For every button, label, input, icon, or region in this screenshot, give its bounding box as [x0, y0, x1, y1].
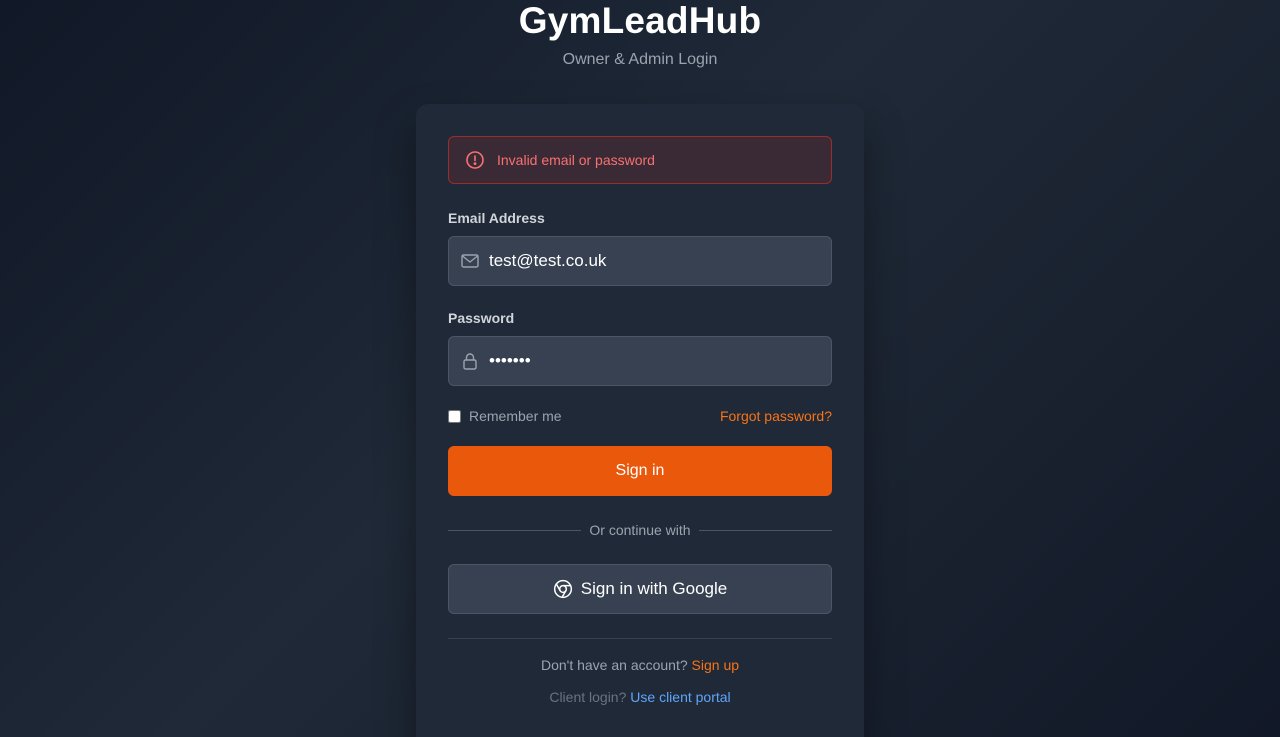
forgot-password-link[interactable]: Forgot password? — [720, 408, 832, 424]
error-alert: Invalid email or password — [448, 136, 832, 184]
email-input[interactable] — [449, 237, 831, 285]
google-sign-in-button[interactable]: Sign in with Google — [448, 564, 832, 614]
signup-prompt: Don't have an account? — [540, 657, 688, 673]
divider-line-right — [698, 529, 833, 531]
app-title: GymLeadHub — [518, 0, 762, 41]
login-card: Invalid email or password Email Address … — [416, 104, 864, 737]
divider-line-left — [448, 529, 582, 531]
remember-me[interactable]: Remember me — [448, 408, 562, 424]
password-input[interactable] — [449, 337, 831, 385]
chrome-icon — [553, 579, 573, 599]
password-field-wrapper — [448, 336, 832, 386]
divider-text: Or continue with — [589, 522, 691, 538]
client-login-prompt: Client login? — [549, 689, 627, 705]
signup-row: Don't have an account? Sign up — [448, 657, 832, 673]
client-login-row: Client login? Use client portal — [448, 689, 832, 705]
client-portal-link[interactable]: Use client portal — [630, 689, 730, 705]
email-field-wrapper — [448, 236, 832, 286]
alert-circle-icon — [465, 150, 485, 170]
sign-up-link[interactable]: Sign up — [692, 657, 739, 673]
password-label: Password — [448, 310, 515, 326]
remember-checkbox[interactable] — [448, 409, 461, 423]
page-header: GymLeadHub Owner & Admin Login — [0, 0, 1280, 70]
error-message: Invalid email or password — [497, 152, 655, 168]
google-sign-in-label: Sign in with Google — [580, 579, 728, 598]
divider: Or continue with — [448, 522, 833, 538]
mail-icon — [460, 251, 480, 271]
lock-icon — [460, 351, 480, 371]
remember-label: Remember me — [469, 408, 562, 424]
page-subtitle: Owner & Admin Login — [562, 51, 718, 68]
form-options-row: Remember me Forgot password? — [448, 408, 832, 424]
footer-divider — [448, 638, 832, 639]
email-label: Email Address — [448, 210, 545, 226]
sign-in-button[interactable]: Sign in — [448, 446, 832, 496]
